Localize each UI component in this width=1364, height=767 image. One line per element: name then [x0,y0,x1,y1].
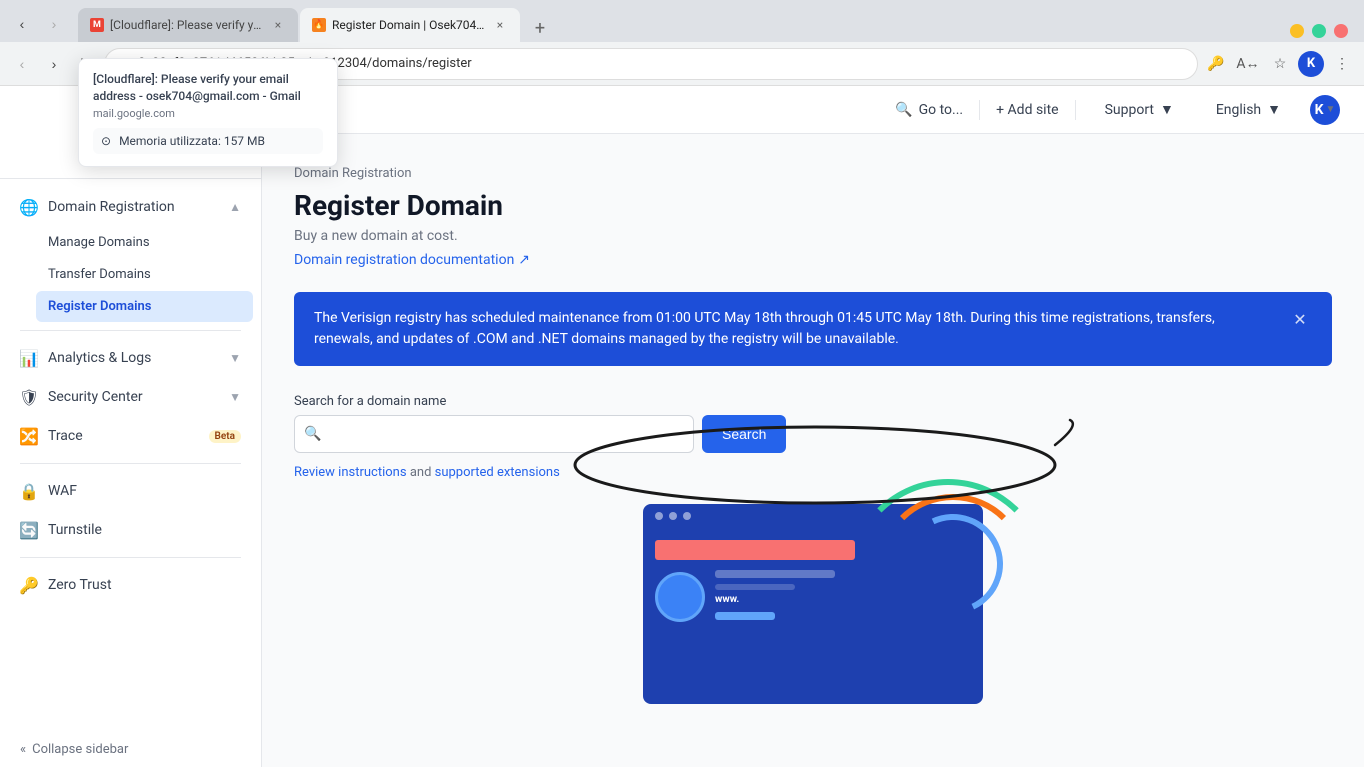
search-icon: 🔍 [304,426,321,442]
breadcrumb: Domain Registration [294,166,1332,181]
beta-badge: Beta [209,430,241,443]
tab-tooltip: [Cloudflare]: Please verify your email a… [78,58,338,167]
sidebar: 🌐 🌐 Domain Registration ▲ Manage Domains [0,86,262,767]
tooltip-title: [Cloudflare]: Please verify your email a… [93,71,323,105]
tooltip-memory: ⊙ Memoria utilizzata: 157 MB [93,128,323,154]
domain-registration-icon: 🌐 [20,198,38,216]
user-chevron-icon: ▼ [1326,104,1336,115]
alert-close-button[interactable]: ✕ [1288,308,1312,332]
mockup-circle [655,572,705,622]
page-subtitle: Buy a new domain at cost. [294,228,1332,244]
cf-tab-label: Register Domain | Osek704@g... [332,18,486,32]
password-manager-icon[interactable]: 🔑 [1202,50,1230,78]
menu-icon[interactable]: ⋮ [1328,50,1356,78]
user-menu-button[interactable]: K ▼ [1310,95,1340,125]
security-chevron-icon: ▼ [229,390,241,404]
mockup-line-1 [715,570,835,578]
gmail-tab[interactable]: M [Cloudflare]: Please verify your... × … [78,8,298,42]
domain-search-input[interactable] [294,415,694,453]
forward-btn[interactable]: › [40,50,68,78]
nav-back-button[interactable]: ‹ [8,10,36,38]
nav-forward-button[interactable]: › [40,10,68,38]
sidebar-divider-1 [20,330,241,331]
security-icon: 🛡 [20,388,38,406]
sidebar-item-trace[interactable]: 🔀 Trace Beta [8,417,253,455]
sidebar-item-domain-registration[interactable]: 🌐 Domain Registration ▲ [8,188,253,226]
top-bar: 🔍 Go to... + Add site Support ▼ English … [262,86,1364,134]
add-site-button[interactable]: + Add site [996,102,1058,118]
sidebar-subitem-transfer-domains[interactable]: Transfer Domains [36,259,253,290]
search-button[interactable]: Search [702,415,786,453]
bookmark-icon[interactable]: ☆ [1266,50,1294,78]
sidebar-nav: 🌐 Domain Registration ▲ Manage Domains T… [0,179,261,732]
support-button[interactable]: Support ▼ [1092,94,1187,125]
cf-favicon: 🔥 [312,18,326,32]
trace-icon: 🔀 [20,427,38,445]
sidebar-item-analytics-logs[interactable]: 📊 Analytics & Logs ▼ [8,339,253,377]
doc-link[interactable]: Domain registration documentation ↗ [294,252,1332,268]
sidebar-item-zero-trust[interactable]: 🔑 Zero Trust [8,566,253,604]
mockup-dot-3 [683,512,691,520]
sidebar-item-waf[interactable]: 🔒 WAF [8,472,253,510]
topbar-divider-2 [1075,100,1076,120]
language-button[interactable]: English ▼ [1203,94,1294,125]
domain-illustration: www. [294,504,1332,704]
arc-3 [848,479,1048,679]
sidebar-divider-2 [20,463,241,464]
gmail-tab-close[interactable]: × [270,17,286,33]
search-section: Search for a domain name 🔍 Search Review… [294,394,1332,480]
review-instructions-link[interactable]: Review instructions [294,465,407,480]
zero-trust-icon: 🔑 [20,576,38,594]
page-title: Register Domain [294,189,1332,222]
gmail-tab-label: [Cloudflare]: Please verify your... [110,18,264,32]
supported-extensions-link[interactable]: supported extensions [435,465,560,480]
analytics-icon: 📊 [20,349,38,367]
turnstile-icon: 🔄 [20,521,38,539]
cf-tab-close[interactable]: × [492,17,508,33]
sidebar-subitem-register-domains[interactable]: Register Domains [36,291,253,322]
chevron-down-icon: ▼ [229,351,241,365]
main-content-area: 🔍 Go to... + Add site Support ▼ English … [262,86,1364,767]
mockup-dot-1 [655,512,663,520]
back-btn[interactable]: ‹ [8,50,36,78]
goto-button[interactable]: 🔍 Go to... [895,102,963,118]
page-content: Domain Registration Register Domain Buy … [262,134,1364,736]
sidebar-subitem-manage-domains[interactable]: Manage Domains [36,227,253,258]
domain-submenu: Manage Domains Transfer Domains Register… [8,227,253,322]
waf-icon: 🔒 [20,482,38,500]
translate-icon[interactable]: A↔ [1234,50,1262,78]
support-chevron-icon: ▼ [1160,101,1174,118]
tooltip-url: mail.google.com [93,107,323,120]
new-tab-button[interactable]: + [526,14,554,42]
search-row: 🔍 Search [294,415,1332,453]
gmail-favicon: M [90,18,104,32]
search-small-icon: 🔍 [895,102,912,118]
search-links: Review instructions and supported extens… [294,465,1332,480]
cloudflare-tab[interactable]: 🔥 Register Domain | Osek704@g... × [300,8,520,42]
profile-icon[interactable]: K [1298,51,1324,77]
topbar-divider-1 [979,100,980,120]
alert-banner: The Verisign registry has scheduled main… [294,292,1332,366]
chevron-up-icon: ▲ [229,200,241,214]
mockup-blue-bar [715,612,775,620]
alert-text: The Verisign registry has scheduled main… [314,308,1276,350]
search-label: Search for a domain name [294,394,1332,409]
minimize-button[interactable] [1290,24,1304,38]
collapse-sidebar-button[interactable]: « Collapse sidebar [0,732,261,767]
mockup-dot-2 [669,512,677,520]
sidebar-item-turnstile[interactable]: 🔄 Turnstile [8,511,253,549]
sidebar-item-security-center[interactable]: 🛡 Security Center ▼ [8,378,253,416]
external-link-icon: ↗ [518,252,530,268]
mockup-www-text: www. [715,594,835,605]
memory-icon: ⊙ [101,134,111,148]
language-chevron-icon: ▼ [1267,101,1281,118]
maximize-button[interactable] [1312,24,1326,38]
mockup-input-box [655,540,855,560]
collapse-icon: « [20,742,26,757]
close-button[interactable] [1334,24,1348,38]
sidebar-divider-3 [20,557,241,558]
mockup-line-2 [715,584,795,590]
search-input-wrapper: 🔍 [294,415,694,453]
